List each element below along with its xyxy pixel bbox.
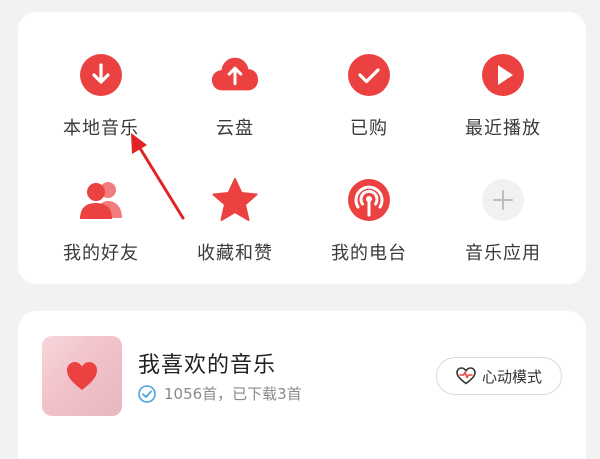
grid-item-favorites[interactable]: 收藏和赞 [168,175,302,285]
playlist-title[interactable]: 我喜欢的音乐 [138,347,276,379]
shortcut-grid: 本地音乐 云盘 已购 最近播放 我的好友 收藏和赞 我的电台 音乐应用 [18,12,586,284]
grid-item-label: 我的好友 [63,243,139,264]
friends-icon [76,175,126,225]
grid-item-label: 音乐应用 [465,243,541,264]
download-icon [76,50,126,100]
download-check-icon [138,384,156,403]
favorite-music-card[interactable]: 我喜欢的音乐 1056首，已下载3首 心动模式 [18,311,586,459]
grid-item-purchased[interactable]: 已购 [302,50,436,160]
heartbeat-icon [456,367,476,385]
grid-item-label: 我的电台 [331,243,407,264]
heartbeat-mode-label: 心动模式 [481,367,542,386]
grid-item-label: 已购 [350,118,388,139]
playlist-cover[interactable] [42,336,122,416]
heart-icon [64,358,100,394]
grid-item-radio[interactable]: 我的电台 [302,175,436,285]
cloud-upload-icon [210,50,260,100]
playlist-count: 1056首，已下载3首 [164,385,302,403]
check-icon [344,50,394,100]
playlist-subtitle: 1056首，已下载3首 [138,383,302,404]
grid-item-label: 云盘 [216,118,254,139]
grid-item-music-apps[interactable]: 音乐应用 [436,175,570,285]
play-icon [478,50,528,100]
radio-icon [344,175,394,225]
grid-item-label: 本地音乐 [63,118,139,139]
grid-item-friends[interactable]: 我的好友 [34,175,168,285]
star-icon [210,175,260,225]
heartbeat-mode-button[interactable]: 心动模式 [436,357,562,395]
grid-item-recent[interactable]: 最近播放 [436,50,570,160]
grid-item-local-music[interactable]: 本地音乐 [34,50,168,160]
grid-item-label: 收藏和赞 [197,243,273,264]
shortcut-card: 本地音乐 云盘 已购 最近播放 我的好友 收藏和赞 我的电台 音乐应用 [18,12,586,284]
plus-icon [478,175,528,225]
grid-item-label: 最近播放 [465,118,541,139]
grid-item-cloud[interactable]: 云盘 [168,50,302,160]
